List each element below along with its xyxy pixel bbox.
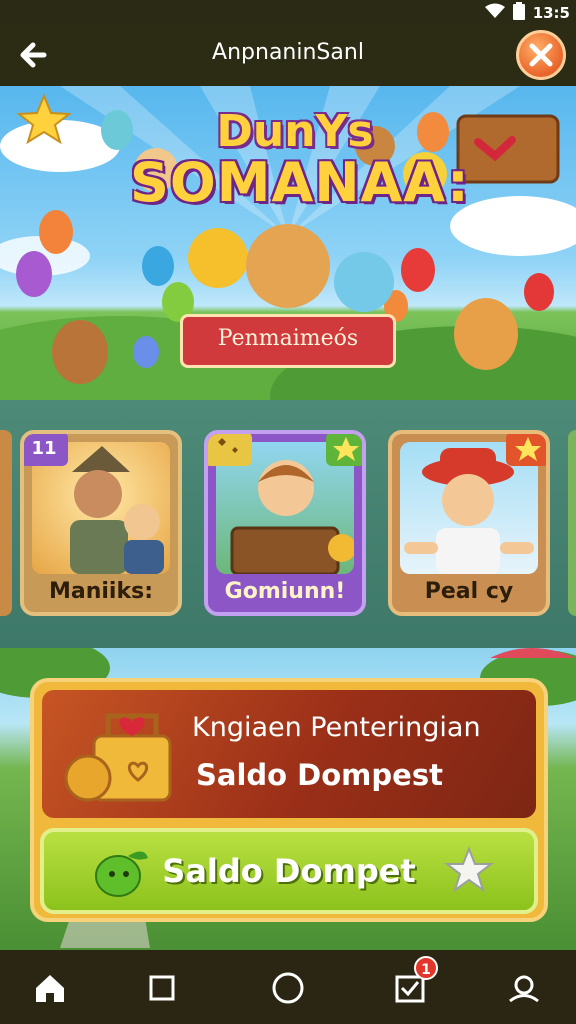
page-title: AnpnaninSanl	[212, 40, 364, 65]
app-header: AnpnaninSanl	[0, 24, 576, 86]
nav-home[interactable]	[30, 968, 70, 1008]
nav-profile[interactable]	[504, 968, 544, 1008]
card-star-badge	[506, 434, 546, 466]
wifi-icon	[484, 3, 505, 23]
wallet-box-icon	[64, 713, 172, 802]
status-time: 13:5	[532, 4, 570, 22]
status-bar: 13:5	[0, 0, 576, 24]
nav-recents[interactable]	[142, 968, 182, 1008]
card-star-badge	[326, 434, 362, 466]
promo-banner[interactable]: DunYs SOMANAA: Penmaimeós	[0, 86, 576, 400]
card-badge-flag	[208, 434, 252, 466]
card-label: Maniiks:	[48, 579, 153, 604]
square-icon	[149, 975, 175, 1001]
close-button[interactable]	[516, 30, 566, 80]
banner-title-line2: SOMANAA:	[130, 151, 470, 214]
wallet-info[interactable]: Kngiaen Penteringian Saldo Dompest	[42, 690, 536, 818]
banner-ribbon: Penmaimeós	[180, 314, 396, 368]
wallet-balance-label: Saldo Dompest	[196, 758, 443, 792]
card-peek-right[interactable]	[568, 430, 576, 616]
card-peal-cy[interactable]: Peal cy	[388, 430, 550, 616]
nav-circle[interactable]	[268, 968, 308, 1008]
bottom-nav	[0, 950, 576, 1024]
star-icon	[444, 846, 494, 893]
battery-icon	[512, 2, 525, 24]
wallet-heading: Kngiaen Penteringian	[192, 712, 481, 743]
wallet-panel: Kngiaen Penteringian Saldo Dompest Saldo…	[30, 678, 548, 922]
notification-badge: 1	[414, 956, 438, 980]
card-maniiks[interactable]: 11 Maniiks:	[20, 430, 182, 616]
banner-title-line1: DunYs	[216, 106, 374, 157]
card-label: Peal cy	[424, 579, 514, 604]
saldo-dompet-button[interactable]: Saldo Dompet	[40, 828, 538, 914]
close-icon	[529, 43, 553, 67]
star-icon	[515, 437, 541, 461]
wallet-section: Kngiaen Penteringian Saldo Dompest Saldo…	[0, 648, 576, 950]
card-badge-count: 11	[24, 434, 68, 466]
home-icon	[36, 975, 64, 1002]
circle-icon	[272, 972, 304, 1004]
star-icon	[333, 437, 359, 461]
card-peek-left[interactable]	[0, 430, 12, 616]
card-gomiunn[interactable]: Gomiunn!	[204, 430, 366, 616]
profile-icon	[509, 975, 539, 1003]
card-label: Gomiunn!	[224, 579, 346, 604]
sparkle-icon	[218, 438, 238, 453]
category-cards: 11 Maniiks: Gomiunn! Peal cy	[0, 400, 576, 648]
banner-title: DunYs SOMANAA:	[130, 106, 470, 214]
